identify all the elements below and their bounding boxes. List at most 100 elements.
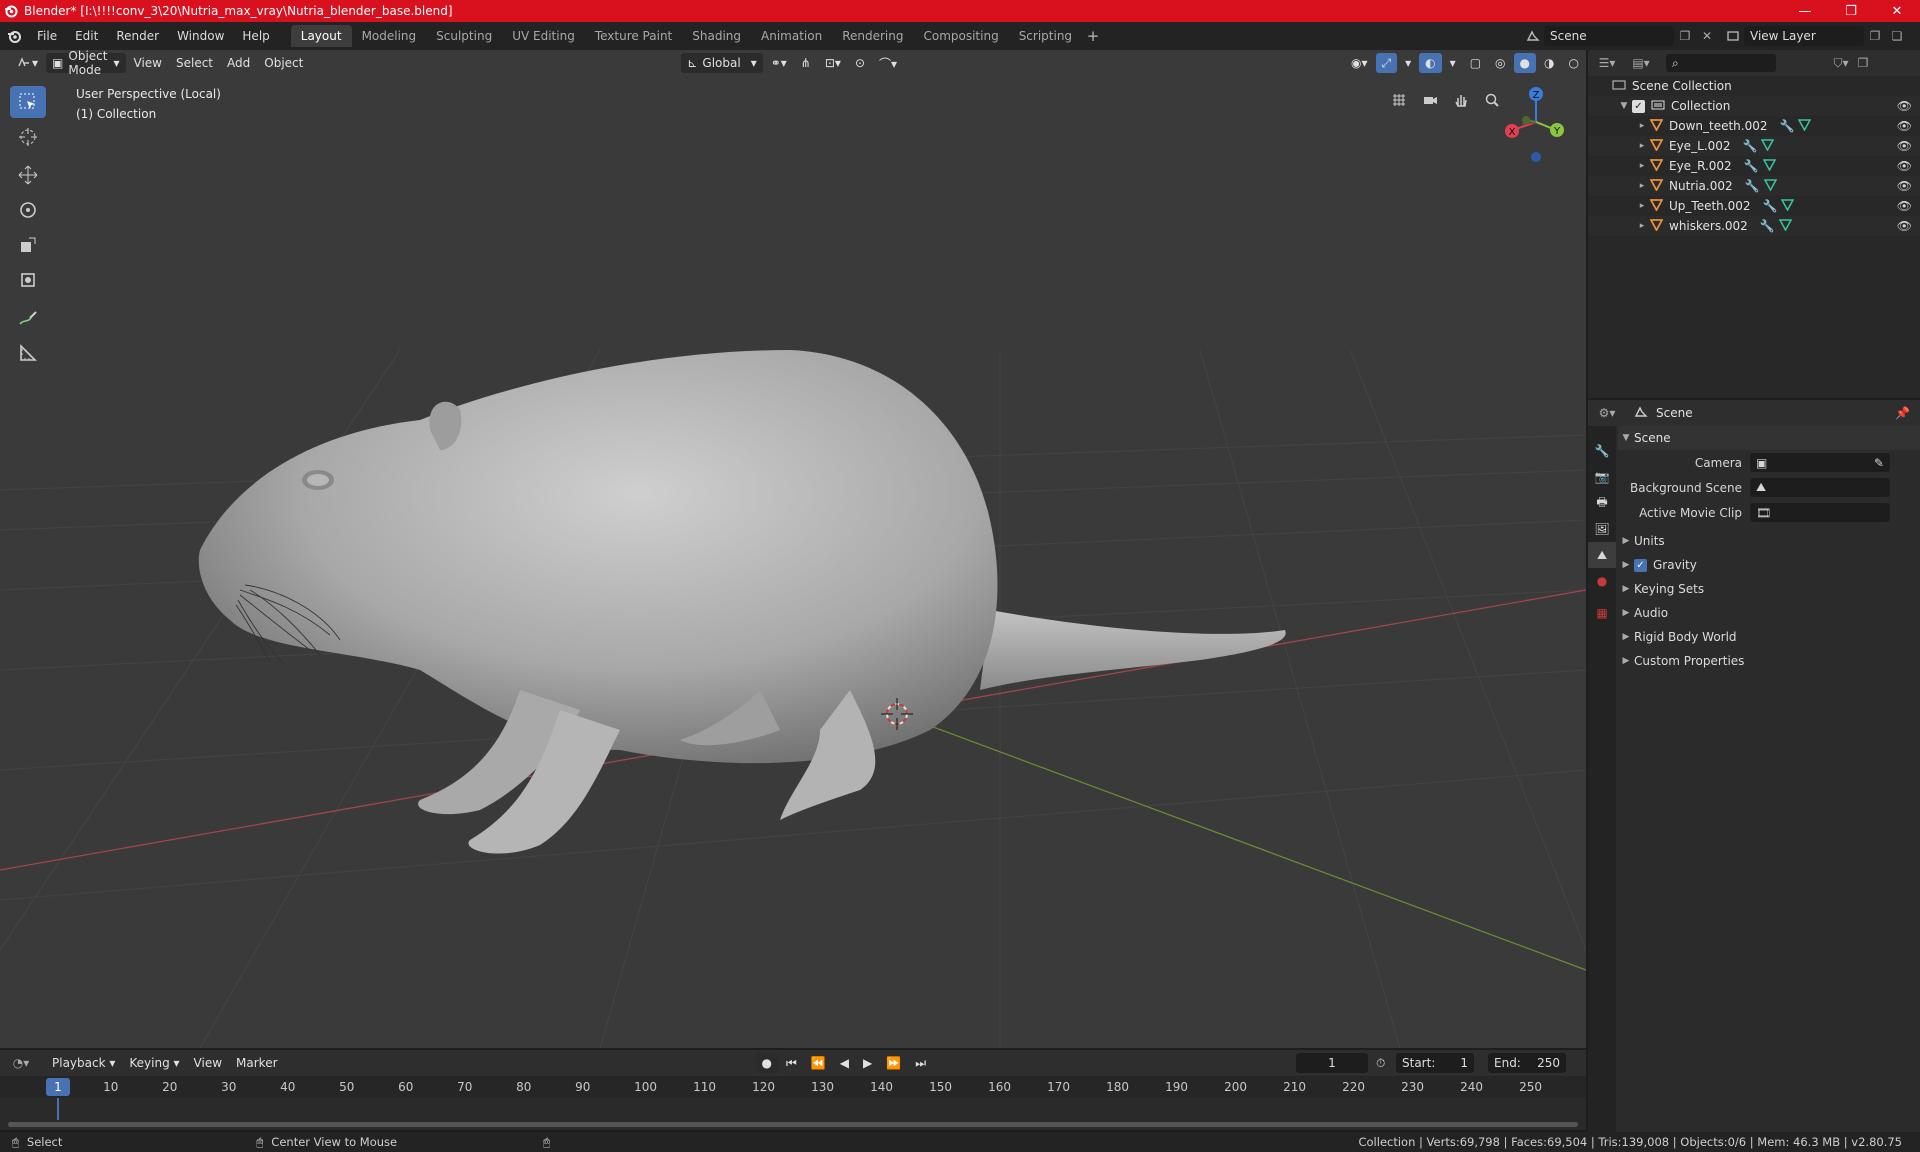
maximize-button[interactable]: ❐ bbox=[1828, 0, 1874, 22]
collapse-arrow-icon[interactable]: ▼ bbox=[1616, 101, 1632, 111]
mesh-data-icon[interactable] bbox=[1763, 178, 1777, 194]
xray-icon[interactable]: ▢ bbox=[1464, 53, 1487, 73]
minimize-button[interactable]: — bbox=[1782, 0, 1828, 22]
outliner-object-row[interactable]: ▸ Nutria.002 🔧 👁 bbox=[1588, 176, 1920, 196]
proportional-edit-icon[interactable]: ⊙ bbox=[849, 53, 871, 73]
new-collection-icon[interactable]: ❐ bbox=[1852, 53, 1874, 73]
tab-animation[interactable]: Animation bbox=[751, 25, 832, 47]
record-button[interactable]: ● bbox=[755, 1053, 778, 1073]
navigation-gizmo[interactable]: Z Y X bbox=[1496, 82, 1576, 162]
snap-target-icon[interactable]: ⊡▾ bbox=[819, 53, 847, 73]
gizmo-dropdown-icon[interactable]: ▾ bbox=[1399, 53, 1417, 73]
viewport-menu-add[interactable]: Add bbox=[221, 53, 256, 73]
modifier-wrench-icon[interactable]: 🔧 bbox=[1744, 159, 1759, 173]
timeline-ruler[interactable]: 1 10 20 30 40 50 60 70 80 90 100 110 120 130 140 150 16… bbox=[0, 1076, 1586, 1098]
filter-icon[interactable]: ⛉▾ bbox=[1830, 53, 1852, 73]
properties-editor-icon[interactable]: ⚙▾ bbox=[1596, 403, 1618, 423]
outliner-object-row[interactable]: ▸ Up_Teeth.002 🔧 👁 bbox=[1588, 196, 1920, 216]
expand-arrow-icon[interactable]: ▸ bbox=[1634, 121, 1650, 131]
gravity-checkbox[interactable]: ✓ bbox=[1634, 558, 1647, 572]
3d-viewport[interactable]: ▾ ▣ Object Mode ▾ View Select Add Object… bbox=[0, 50, 1586, 1048]
modifier-wrench-icon[interactable]: 🔧 bbox=[1780, 119, 1795, 133]
mesh-data-icon[interactable] bbox=[1798, 118, 1812, 134]
current-frame-field[interactable]: 1 bbox=[1296, 1053, 1368, 1073]
scene-icon[interactable] bbox=[1522, 26, 1544, 46]
rendered-shading-icon[interactable]: ○ bbox=[1562, 53, 1584, 73]
camera-field[interactable]: ▣ ✎ bbox=[1750, 453, 1890, 472]
overlay-dropdown-icon[interactable]: ▾ bbox=[1444, 53, 1462, 73]
eye-icon[interactable]: 👁 bbox=[1897, 119, 1912, 133]
pin-icon[interactable]: 📌 bbox=[1895, 406, 1910, 420]
menu-edit[interactable]: Edit bbox=[66, 22, 107, 50]
tab-sculpting[interactable]: Sculpting bbox=[426, 25, 502, 47]
close-button[interactable]: ✕ bbox=[1874, 0, 1920, 22]
timeline-view-menu[interactable]: View bbox=[188, 1053, 228, 1073]
menu-file[interactable]: File bbox=[28, 22, 66, 50]
add-workspace-button[interactable]: + bbox=[1082, 27, 1104, 45]
render-tab-icon[interactable]: 📷 bbox=[1588, 464, 1616, 490]
modifier-wrench-icon[interactable]: 🔧 bbox=[1742, 139, 1757, 153]
annotate-tool-icon[interactable] bbox=[10, 302, 46, 334]
collection-row[interactable]: ▼ ✓ Collection 👁 bbox=[1588, 96, 1920, 116]
gravity-panel-header[interactable]: ▶ ✓ Gravity bbox=[1618, 553, 1920, 577]
menu-help[interactable]: Help bbox=[233, 22, 278, 50]
play-reverse-icon[interactable]: ◀ bbox=[834, 1053, 855, 1073]
rotate-tool-icon[interactable] bbox=[10, 194, 46, 226]
mesh-data-icon[interactable] bbox=[1761, 138, 1775, 154]
scale-tool-icon[interactable] bbox=[10, 229, 46, 261]
tab-texture-paint[interactable]: Texture Paint bbox=[585, 25, 682, 47]
eye-icon[interactable]: 👁 bbox=[1897, 179, 1912, 193]
eyedropper-icon[interactable]: ✎ bbox=[1874, 456, 1884, 470]
tab-scripting[interactable]: Scripting bbox=[1009, 25, 1082, 47]
keying-menu[interactable]: Keying ▾ bbox=[123, 1053, 185, 1073]
nutria-model[interactable] bbox=[198, 350, 1286, 854]
tab-layout[interactable]: Layout bbox=[290, 25, 352, 47]
eye-icon[interactable]: 👁 bbox=[1897, 199, 1912, 213]
editor-type-icon[interactable]: ▾ bbox=[10, 53, 44, 73]
custom-properties-panel-header[interactable]: ▶ Custom Properties bbox=[1618, 649, 1920, 673]
new-scene-icon[interactable]: ❐ bbox=[1674, 26, 1696, 46]
scene-panel-header[interactable]: ▼ Scene bbox=[1618, 426, 1920, 450]
falloff-icon[interactable]: ⌒▾ bbox=[873, 53, 903, 73]
gizmo-toggle-icon[interactable]: ⤢ bbox=[1375, 53, 1398, 73]
eye-icon[interactable]: 👁 bbox=[1897, 159, 1912, 173]
end-frame-field[interactable]: End: 250 bbox=[1488, 1053, 1566, 1073]
playback-menu[interactable]: Playback ▾ bbox=[46, 1053, 121, 1073]
pan-view-icon[interactable] bbox=[1447, 86, 1475, 114]
object-mode-dropdown[interactable]: ▣ Object Mode ▾ bbox=[46, 50, 126, 77]
output-tab-icon[interactable]: 🖶 bbox=[1588, 490, 1616, 516]
move-tool-icon[interactable] bbox=[10, 159, 46, 191]
scene-collection-row[interactable]: Scene Collection bbox=[1588, 76, 1920, 96]
outliner-editor-icon[interactable]: ☰▾ bbox=[1596, 53, 1618, 73]
play-icon[interactable]: ▶ bbox=[857, 1053, 878, 1073]
active-movie-clip-field[interactable]: 🎞 bbox=[1750, 503, 1890, 522]
solid-shading-icon[interactable]: ● bbox=[1513, 53, 1536, 73]
view-layer-field[interactable]: View Layer bbox=[1744, 26, 1864, 46]
start-frame-field[interactable]: Start: 1 bbox=[1396, 1053, 1474, 1073]
view-layer-tab-icon[interactable]: 🖼 bbox=[1588, 516, 1616, 542]
select-box-tool-icon[interactable] bbox=[10, 86, 46, 118]
mesh-data-icon[interactable] bbox=[1781, 198, 1795, 214]
cursor-tool-icon[interactable] bbox=[10, 121, 46, 153]
menu-window[interactable]: Window bbox=[168, 22, 233, 50]
viewport-menu-select[interactable]: Select bbox=[170, 53, 219, 73]
tab-compositing[interactable]: Compositing bbox=[913, 25, 1008, 47]
jump-keyframe-forward-icon[interactable]: ⏩ bbox=[880, 1053, 907, 1073]
modifier-wrench-icon[interactable]: 🔧 bbox=[1745, 179, 1760, 193]
keying-sets-panel-header[interactable]: ▶ Keying Sets bbox=[1618, 577, 1920, 601]
scene-tab-icon[interactable]: ⛰ bbox=[1588, 542, 1616, 568]
timeline-scrollbar[interactable] bbox=[8, 1122, 1578, 1127]
snap-icon[interactable]: ⋔ bbox=[795, 53, 817, 73]
measure-tool-icon[interactable] bbox=[10, 337, 46, 369]
audio-panel-header[interactable]: ▶ Audio bbox=[1618, 601, 1920, 625]
tab-uv-editing[interactable]: UV Editing bbox=[502, 25, 585, 47]
mesh-data-icon[interactable] bbox=[1778, 218, 1793, 234]
collection-checkbox[interactable]: ✓ bbox=[1632, 99, 1645, 113]
tab-rendering[interactable]: Rendering bbox=[832, 25, 913, 47]
outliner-object-row[interactable]: ▸ Down_teeth.002 🔧 👁 bbox=[1588, 116, 1920, 136]
scene-name-field[interactable]: Scene bbox=[1544, 26, 1674, 46]
outliner-object-row[interactable]: ▸ Eye_R.002 🔧 👁 bbox=[1588, 156, 1920, 176]
units-panel-header[interactable]: ▶ Units bbox=[1618, 529, 1920, 553]
outliner-object-row[interactable]: ▸ Eye_L.002 🔧 👁 bbox=[1588, 136, 1920, 156]
viewport-menu-object[interactable]: Object bbox=[258, 53, 309, 73]
